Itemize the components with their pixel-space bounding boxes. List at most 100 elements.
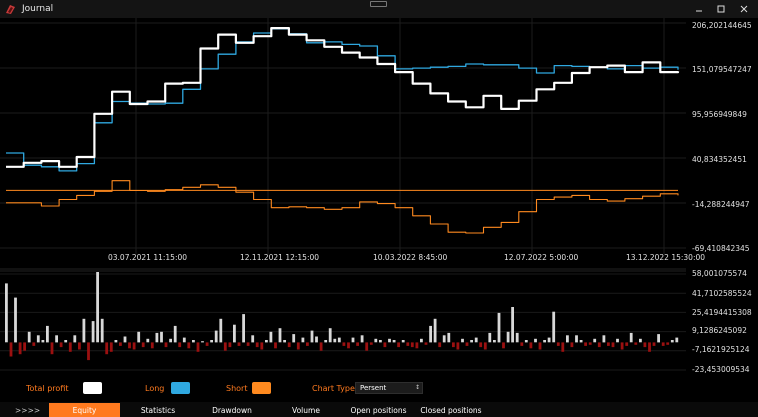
- trade-bar: [128, 342, 131, 349]
- trade-bar: [5, 283, 8, 343]
- tab-volume[interactable]: Volume: [269, 403, 343, 417]
- trade-bar: [410, 342, 414, 348]
- trade-bar: [342, 342, 346, 346]
- trade-bar: [347, 342, 350, 349]
- trade-bar: [78, 342, 81, 350]
- trade-bar: [643, 342, 647, 348]
- trade-bar: [479, 342, 483, 348]
- chart-legend: Total profit Long Short Chart Type Perse…: [0, 378, 758, 400]
- tab-more[interactable]: >>>>: [0, 403, 48, 417]
- equity-y-tick: -14,288244947: [692, 200, 750, 209]
- short-color-swatch[interactable]: [252, 382, 271, 394]
- trade-bar: [397, 342, 400, 348]
- trade-bar: [274, 342, 277, 349]
- trade-bar: [675, 337, 679, 343]
- bar-y-tick: 9,1286245092: [692, 326, 747, 335]
- trade-bar: [520, 342, 524, 346]
- trade-bar: [315, 336, 318, 343]
- drag-handle[interactable]: [370, 1, 387, 7]
- trade-bar: [164, 342, 168, 348]
- total-profit-color-swatch[interactable]: [83, 382, 102, 394]
- tab-statistics[interactable]: Statistics: [121, 403, 195, 417]
- trade-bar: [575, 335, 578, 343]
- trade-bar: [287, 342, 291, 348]
- trade-bar: [146, 338, 150, 343]
- tab-open-positions[interactable]: Open positions: [343, 403, 414, 417]
- trade-bar: [114, 340, 118, 343]
- series-line-short: [6, 180, 679, 234]
- trade-bar: [438, 342, 442, 348]
- trade-bar: [625, 342, 629, 346]
- trade-bar: [429, 325, 432, 343]
- trade-bar: [160, 331, 163, 343]
- trade-bar: [470, 340, 473, 343]
- bar-y-tick: 25,4194415308: [692, 308, 752, 317]
- trade-bar: [534, 338, 537, 343]
- equity-x-tick: 12.11.2021 12:15:00: [240, 253, 320, 262]
- trade-bar: [383, 342, 387, 348]
- trade-bar: [670, 340, 674, 343]
- equity-x-tick: 10.03.2022 8:45:00: [373, 253, 448, 262]
- trade-bar: [319, 342, 323, 351]
- equity-chart-svg: [0, 18, 686, 254]
- chart-type-label: Chart Type: [312, 384, 355, 393]
- chart-type-select[interactable]: Persent ↕: [355, 382, 423, 394]
- trade-bar: [452, 342, 455, 348]
- trade-bar: [415, 342, 419, 349]
- trade-bar: [561, 342, 565, 352]
- equity-chart[interactable]: [0, 18, 686, 254]
- trade-bar: [661, 342, 665, 346]
- tab-equity[interactable]: Equity: [49, 403, 120, 417]
- bottom-tab-bar: >>>> Equity Statistics Drawdown Volume O…: [0, 402, 758, 417]
- trade-bar: [210, 340, 213, 343]
- trade-bar: [333, 338, 337, 343]
- trade-bar: [50, 342, 54, 355]
- title-bar: Journal: [0, 0, 758, 18]
- trade-bar: [552, 311, 556, 343]
- trade-bar: [607, 342, 610, 346]
- trade-bar: [493, 340, 496, 343]
- trade-bar: [602, 335, 606, 343]
- maximize-icon[interactable]: [710, 0, 732, 18]
- trade-bar: [511, 307, 514, 343]
- trade-bar: [137, 331, 141, 343]
- trade-bar: [100, 318, 104, 343]
- trade-bar: [228, 342, 232, 348]
- trade-bar: [328, 328, 332, 343]
- trade-bar: [255, 342, 259, 348]
- trade-bar: [132, 342, 136, 350]
- trade-bar: [365, 342, 369, 351]
- trade-bar: [502, 342, 505, 349]
- trade-bar: [388, 338, 391, 343]
- trade-bar: [187, 342, 191, 349]
- trade-bar: [465, 342, 469, 346]
- bar-y-tick: -23,453009534: [692, 365, 750, 374]
- trade-bar: [292, 334, 296, 343]
- trade-bar: [611, 342, 615, 348]
- long-color-swatch[interactable]: [171, 382, 190, 394]
- trade-bar: [96, 271, 99, 343]
- trade-bar: [369, 342, 373, 345]
- trade-bar: [648, 342, 651, 352]
- trade-bar: [652, 342, 656, 346]
- trade-bar: [242, 314, 245, 343]
- tab-drawdown[interactable]: Drawdown: [195, 403, 269, 417]
- trade-bar: [337, 337, 341, 343]
- trade-bar: [14, 297, 17, 343]
- equity-y-tick: -69,410842345: [692, 244, 750, 253]
- trade-bar: [46, 325, 49, 343]
- tab-closed-positions[interactable]: Closed positions: [414, 403, 488, 417]
- trade-bar: [515, 332, 519, 343]
- window-title: Journal: [22, 4, 54, 14]
- close-icon[interactable]: [733, 0, 755, 18]
- select-arrows-icon: ↕: [414, 384, 420, 391]
- trade-bar: [634, 342, 638, 345]
- trade-bar: [87, 342, 90, 361]
- equity-x-tick: 13.12.2022 15:30:00: [626, 253, 706, 262]
- trade-bar: [41, 340, 45, 343]
- trade-bar: [447, 332, 451, 343]
- minimize-icon[interactable]: [688, 0, 710, 18]
- trade-bar: [205, 342, 209, 346]
- trade-bar-chart[interactable]: [0, 271, 686, 376]
- trade-bar: [219, 318, 223, 343]
